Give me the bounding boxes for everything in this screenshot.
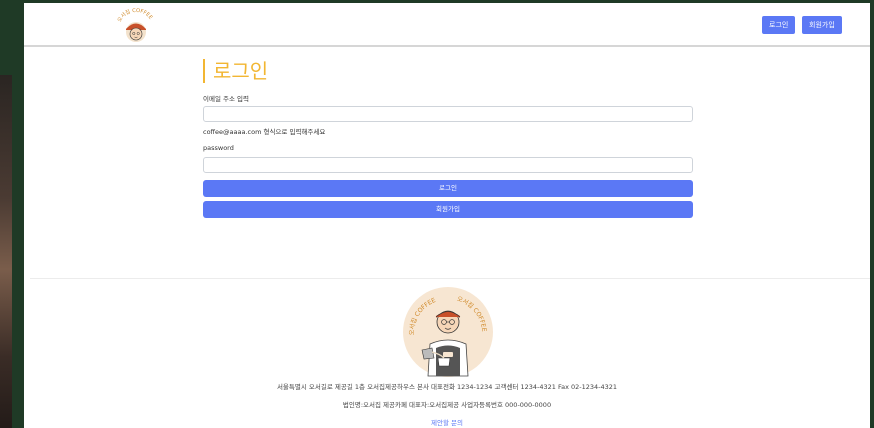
page-title: 로그인 [203, 59, 268, 83]
footer-company-info: 법인명:오서집 제공카페 대표자:오서집제공 사업자등록번호 000-000-0… [342, 401, 552, 409]
login-submit-button[interactable]: 로그인 [203, 180, 693, 197]
password-input[interactable] [203, 157, 693, 173]
header-login-button[interactable]: 로그인 [762, 16, 796, 34]
header-signup-button[interactable]: 회원가입 [802, 16, 842, 34]
email-input[interactable] [203, 106, 693, 122]
footer-divider [30, 278, 870, 279]
coffee-logo-icon[interactable]: 오서집 COFFEE [114, 8, 158, 44]
footer-address: 서울특별시 오서길로 제공길 1층 오서집제공하우스 본사 대표전화 1234-… [276, 383, 618, 391]
footer-inquiry-link[interactable]: 제안할 문의 [24, 417, 870, 427]
svg-text:오서집 COFFEE: 오서집 COFFEE [116, 8, 153, 23]
password-label: password [203, 144, 234, 152]
coffee-barista-logo-icon: 오서집 COFFEE 오서집 COFFEE [403, 287, 493, 377]
signup-link-button[interactable]: 회원가입 [203, 201, 693, 218]
page: 오서집 COFFEE 로그인 회원가입 로그인 이메일 주소 입력 coffee… [24, 3, 870, 428]
background-photo-strip [0, 75, 12, 428]
email-label: 이메일 주소 입력 [203, 95, 249, 103]
email-helper-text: coffee@aaaa.com 형식으로 입력해주세요 [203, 128, 326, 136]
logo-text: 오서집 COFFEE [116, 8, 153, 23]
top-navbar: 오서집 COFFEE 로그인 회원가입 [24, 3, 870, 47]
